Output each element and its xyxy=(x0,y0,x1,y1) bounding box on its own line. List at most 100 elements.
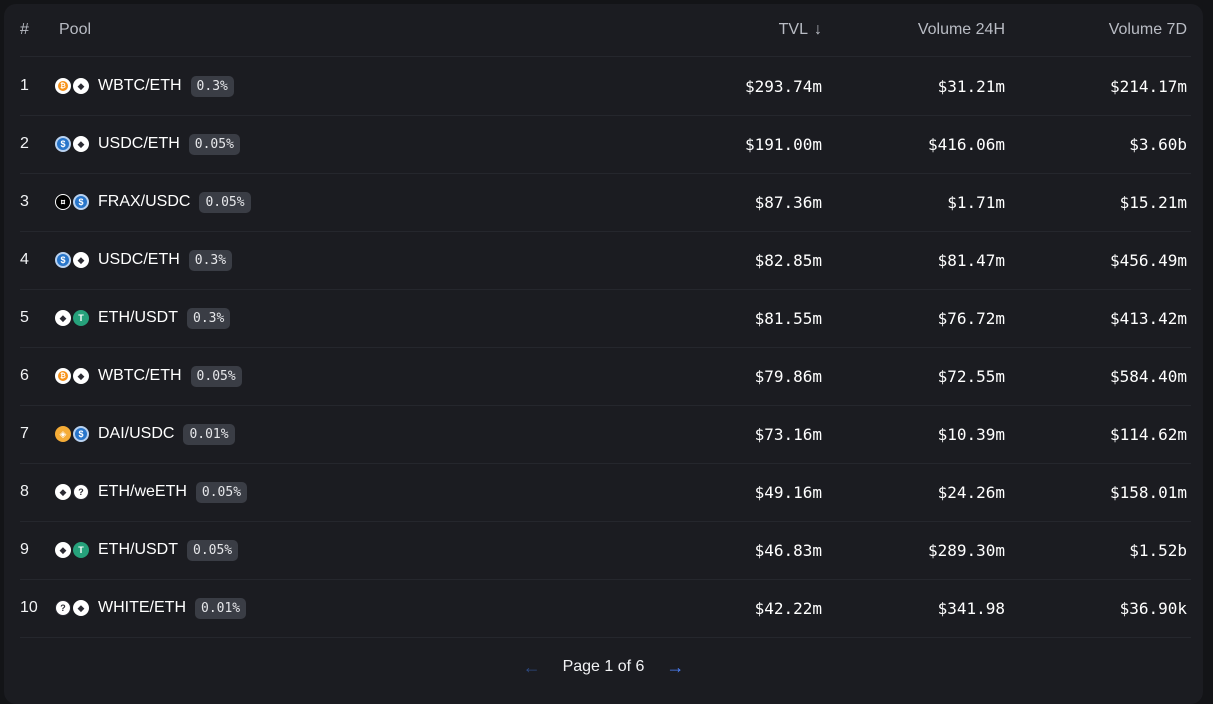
volume-7d-value: $214.17m xyxy=(1109,76,1187,96)
pool-cell: ◆ T ETH/USDT 0.05% xyxy=(55,521,655,579)
row-index: 6 xyxy=(20,367,29,384)
row-index: 10 xyxy=(20,599,38,616)
eth-token-icon: ◆ xyxy=(73,78,89,94)
tvl-value: $82.85m xyxy=(754,250,822,270)
table-row[interactable]: 10 ? ◆ WHITE/ETH 0.01% $42.22m $341.98 $3… xyxy=(20,579,1191,638)
tvl-value: $191.00m xyxy=(744,134,822,154)
table-row[interactable]: 6 ₿ ◆ WBTC/ETH 0.05% $79.86m $72.55m $584… xyxy=(20,347,1191,406)
pool-cell: $ ◆ USDC/ETH 0.05% xyxy=(55,115,655,173)
pool-pair-name: ETH/USDT xyxy=(98,541,178,558)
fee-tier-badge: 0.05% xyxy=(187,539,239,561)
volume-24h-value: $1.71m xyxy=(947,192,1005,212)
eth-token-icon: ◆ xyxy=(73,136,89,152)
tvl-value: $81.55m xyxy=(754,308,822,328)
fee-tier-badge: 0.01% xyxy=(195,597,247,619)
wbtc-token-icon: ₿ xyxy=(55,78,71,94)
usdc-token-icon: $ xyxy=(55,136,71,152)
volume-24h-value: $10.39m xyxy=(937,424,1005,444)
volume-24h-value: $31.21m xyxy=(937,76,1005,96)
wbtc-token-icon: ₿ xyxy=(55,368,71,384)
eth-token-icon: ◆ xyxy=(55,542,71,558)
usdt-token-icon: T xyxy=(73,310,89,326)
table-row[interactable]: 1 ₿ ◆ WBTC/ETH 0.3% $293.74m $31.21m $214… xyxy=(20,57,1191,116)
pool-cell: ◆? ETH/weETH 0.05% xyxy=(55,463,655,521)
usdt-token-icon: T xyxy=(73,542,89,558)
pool-cell: ₿ ◆ WBTC/ETH 0.05% xyxy=(55,347,655,405)
volume-7d-value: $114.62m xyxy=(1109,424,1187,444)
dai-token-icon: ◈ xyxy=(55,426,71,442)
header-volume-7d[interactable]: Volume 7D xyxy=(1005,4,1187,56)
token-pair-icons: ◆ T xyxy=(55,542,89,558)
pool-pair-name: ETH/USDT xyxy=(98,309,178,326)
fee-tier-badge: 0.05% xyxy=(190,365,242,387)
eth-token-icon: ◆ xyxy=(55,484,71,500)
tvl-value: $49.16m xyxy=(754,482,822,502)
volume-7d-value: $15.21m xyxy=(1119,192,1187,212)
fee-tier-badge: 0.3% xyxy=(187,307,231,329)
table-row[interactable]: 4 $ ◆ USDC/ETH 0.3% $82.85m $81.47m $456.… xyxy=(20,231,1191,290)
volume-24h-value: $81.47m xyxy=(937,250,1005,270)
arrow-left-icon[interactable]: ← xyxy=(523,657,541,678)
header-volume-24h[interactable]: Volume 24H xyxy=(822,4,1005,56)
table-row[interactable]: 7 ◈ $ DAI/USDC 0.01% $73.16m $10.39m $114… xyxy=(20,405,1191,464)
row-index: 8 xyxy=(20,483,29,500)
pool-pair-name: WHITE/ETH xyxy=(98,599,186,616)
volume-24h-value: $24.26m xyxy=(937,482,1005,502)
table-header: # Pool TVL ↓ Volume 24H Volume 7D xyxy=(20,4,1191,57)
eth-token-icon: ◆ xyxy=(73,252,89,268)
row-index: 2 xyxy=(20,135,29,152)
arrow-right-icon[interactable]: → xyxy=(666,657,684,678)
token-pair-icons: $ ◆ xyxy=(55,136,89,152)
table-row[interactable]: 5 ◆ T ETH/USDT 0.3% $81.55m $76.72m $413.… xyxy=(20,289,1191,348)
pool-pair-name: WBTC/ETH xyxy=(98,77,182,94)
token-pair-icons: ¤ $ xyxy=(55,194,89,210)
pool-pair-name: WBTC/ETH xyxy=(98,367,182,384)
fee-tier-badge: 0.3% xyxy=(190,75,234,97)
volume-7d-value: $584.40m xyxy=(1109,366,1187,386)
volume-24h-value: $416.06m xyxy=(927,134,1005,154)
pool-pair-name: DAI/USDC xyxy=(98,425,175,442)
table-row[interactable]: 2 $ ◆ USDC/ETH 0.05% $191.00m $416.06m $3… xyxy=(20,115,1191,174)
header-tvl[interactable]: TVL ↓ xyxy=(620,4,822,56)
row-index: 3 xyxy=(20,193,29,210)
row-index: 4 xyxy=(20,251,29,268)
pool-cell: ¤ $ FRAX/USDC 0.05% xyxy=(55,173,655,231)
token-pair-icons: ◆? xyxy=(55,484,89,500)
pool-pair-name: ETH/weETH xyxy=(98,483,187,500)
row-index: 5 xyxy=(20,309,29,326)
fee-tier-badge: 0.01% xyxy=(183,423,235,445)
fee-tier-badge: 0.05% xyxy=(199,191,251,213)
usdc-token-icon: $ xyxy=(73,194,89,210)
volume-7d-value: $1.52b xyxy=(1129,540,1187,560)
unknown-token-icon: ? xyxy=(55,600,71,616)
eth-token-icon: ◆ xyxy=(73,600,89,616)
table-row[interactable]: 3 ¤ $ FRAX/USDC 0.05% $87.36m $1.71m $15.… xyxy=(20,173,1191,232)
volume-7d-value: $456.49m xyxy=(1109,250,1187,270)
tvl-value: $293.74m xyxy=(744,76,822,96)
tvl-value: $46.83m xyxy=(754,540,822,560)
header-index: # xyxy=(20,21,29,38)
arrow-down-icon: ↓ xyxy=(814,21,822,38)
pool-pair-name: FRAX/USDC xyxy=(98,193,191,210)
page-indicator: Page 1 of 6 xyxy=(562,658,645,675)
token-pair-icons: ? ◆ xyxy=(55,600,89,616)
pool-pair-name: USDC/ETH xyxy=(98,135,180,152)
usdc-token-icon: $ xyxy=(73,426,89,442)
fee-tier-badge: 0.05% xyxy=(195,481,248,503)
volume-7d-value: $3.60b xyxy=(1129,134,1187,154)
pool-cell: ₿ ◆ WBTC/ETH 0.3% xyxy=(55,57,655,115)
tvl-value: $79.86m xyxy=(754,366,822,386)
pool-cell: $ ◆ USDC/ETH 0.3% xyxy=(55,231,655,289)
table-row[interactable]: 9 ◆ T ETH/USDT 0.05% $46.83m $289.30m $1.… xyxy=(20,521,1191,580)
volume-24h-value: $289.30m xyxy=(927,540,1005,560)
volume-7d-value: $413.42m xyxy=(1109,308,1187,328)
tvl-value: $73.16m xyxy=(754,424,822,444)
frax-token-icon: ¤ xyxy=(55,194,71,210)
tvl-value: $87.36m xyxy=(754,192,822,212)
fee-tier-badge: 0.3% xyxy=(188,249,233,271)
row-index: 1 xyxy=(20,77,29,94)
table-row[interactable]: 8 ◆? ETH/weETH 0.05% $49.16m $24.26m $15… xyxy=(20,463,1191,522)
header-pool: Pool xyxy=(59,21,92,38)
row-index: 7 xyxy=(20,425,29,442)
volume-24h-value: $76.72m xyxy=(937,308,1005,328)
